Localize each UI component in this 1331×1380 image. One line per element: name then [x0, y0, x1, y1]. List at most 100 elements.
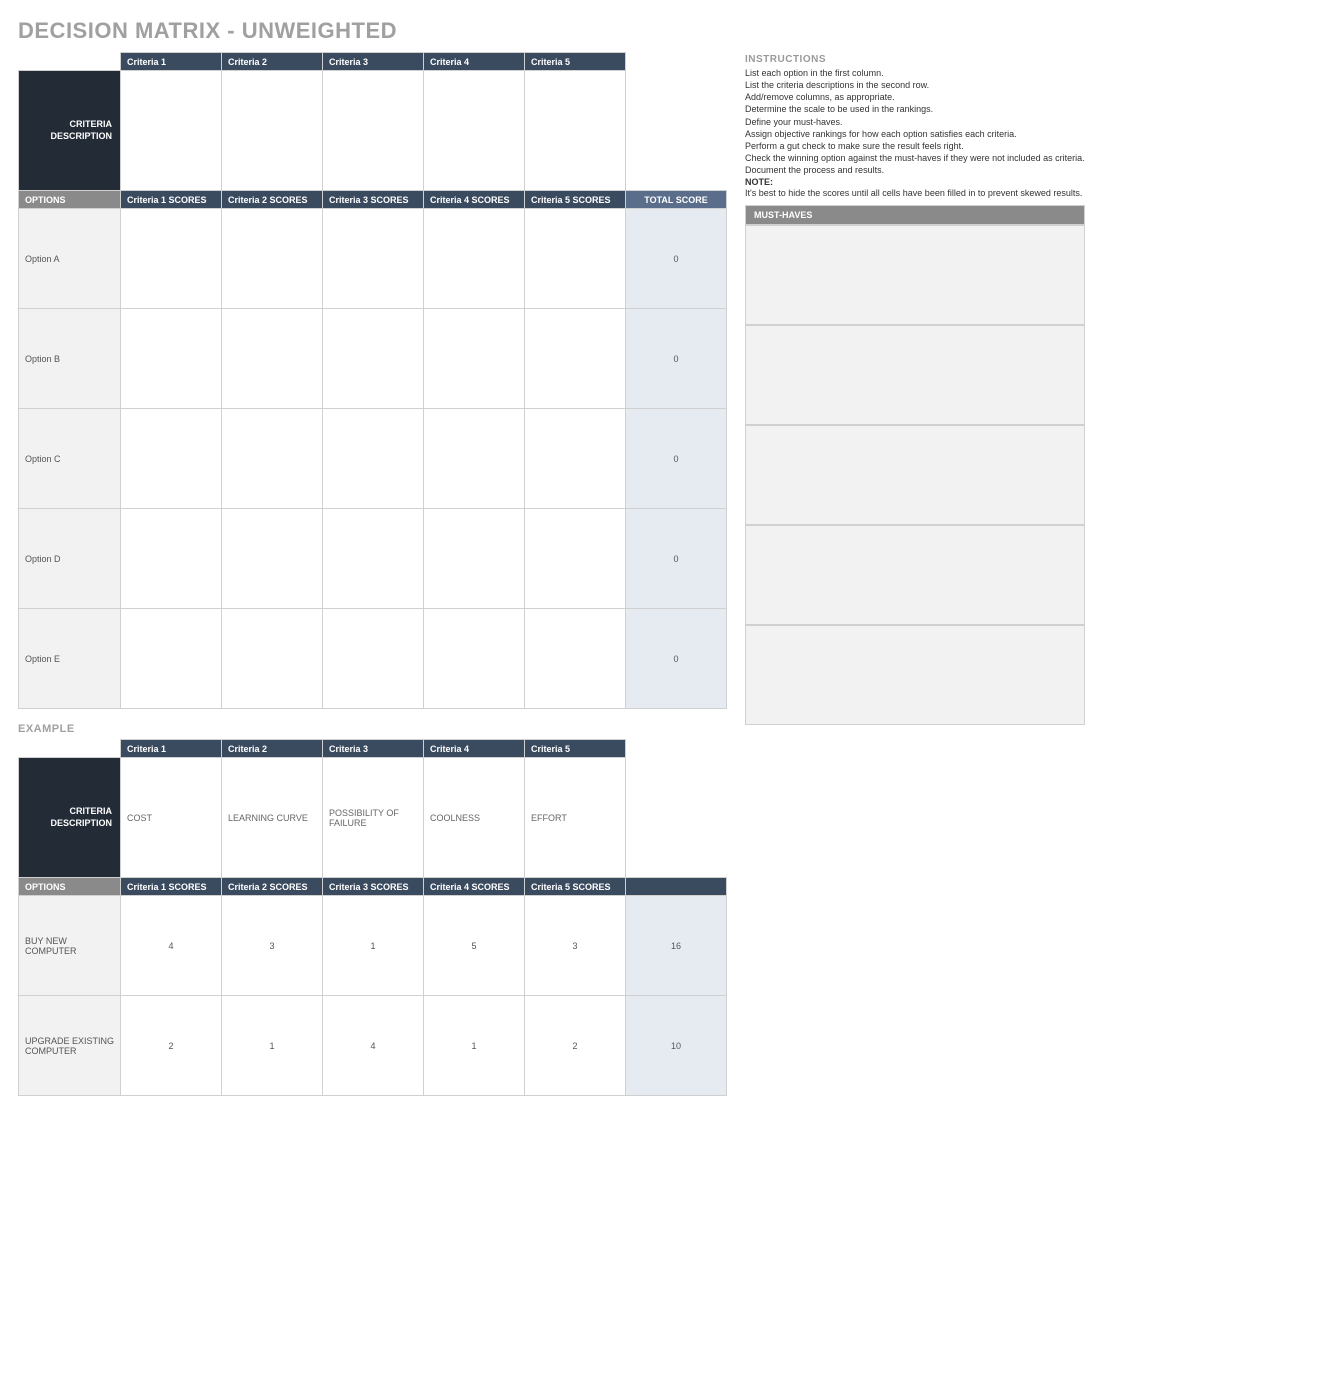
scores-header: Criteria 3 SCORES	[323, 191, 424, 209]
score-input[interactable]	[222, 409, 323, 509]
total-score-cell: 0	[626, 309, 727, 409]
score-input[interactable]	[222, 309, 323, 409]
score-input[interactable]	[121, 509, 222, 609]
score-value: 2	[121, 996, 222, 1096]
criteria-description-input[interactable]	[323, 71, 424, 191]
score-input[interactable]	[525, 209, 626, 309]
option-name-value: BUY NEW COMPUTER	[19, 896, 121, 996]
score-input[interactable]	[424, 209, 525, 309]
scores-header: Criteria 3 SCORES	[323, 878, 424, 896]
score-input[interactable]	[424, 309, 525, 409]
criteria-description-input[interactable]	[121, 71, 222, 191]
score-input[interactable]	[424, 609, 525, 709]
score-value: 4	[121, 896, 222, 996]
instruction-line: Determine the scale to be used in the ra…	[745, 103, 1085, 115]
criteria-header: Criteria 1	[121, 53, 222, 71]
score-input[interactable]	[525, 509, 626, 609]
criteria-description-value: EFFORT	[525, 758, 626, 878]
criteria-description-label: CRITERIA DESCRIPTION	[19, 71, 121, 191]
corner-blank	[626, 53, 727, 71]
corner-blank	[626, 71, 727, 191]
criteria-header: Criteria 5	[525, 740, 626, 758]
score-value: 1	[424, 996, 525, 1096]
score-input[interactable]	[323, 209, 424, 309]
criteria-description-label: CRITERIA DESCRIPTION	[19, 758, 121, 878]
must-have-input[interactable]	[745, 225, 1085, 325]
score-input[interactable]	[323, 609, 424, 709]
corner-blank	[19, 740, 121, 758]
scores-header: Criteria 1 SCORES	[121, 191, 222, 209]
score-input[interactable]	[525, 309, 626, 409]
instructions-title: INSTRUCTIONS	[745, 54, 1085, 65]
score-input[interactable]	[121, 209, 222, 309]
corner-blank	[626, 758, 727, 878]
score-value: 1	[222, 996, 323, 1096]
criteria-header: Criteria 4	[424, 740, 525, 758]
score-input[interactable]	[424, 509, 525, 609]
score-input[interactable]	[222, 609, 323, 709]
criteria-description-value: POSSIBILITY OF FAILURE	[323, 758, 424, 878]
option-name-input[interactable]: Option B	[19, 309, 121, 409]
option-row: Option D 0	[19, 509, 727, 609]
scores-header: Criteria 4 SCORES	[424, 191, 525, 209]
options-header: OPTIONS	[19, 191, 121, 209]
criteria-header: Criteria 3	[323, 740, 424, 758]
options-header: OPTIONS	[19, 878, 121, 896]
option-name-input[interactable]: Option D	[19, 509, 121, 609]
total-score-cell: 0	[626, 509, 727, 609]
score-value: 5	[424, 896, 525, 996]
must-have-input[interactable]	[745, 525, 1085, 625]
must-have-input[interactable]	[745, 425, 1085, 525]
scores-header: Criteria 5 SCORES	[525, 191, 626, 209]
criteria-description-input[interactable]	[222, 71, 323, 191]
example-label: EXAMPLE	[18, 723, 727, 735]
total-score-cell: 0	[626, 209, 727, 309]
instruction-note-label: NOTE:	[745, 177, 1085, 187]
option-name-value: UPGRADE EXISTING COMPUTER	[19, 996, 121, 1096]
instruction-line: Add/remove columns, as appropriate.	[745, 91, 1085, 103]
score-input[interactable]	[525, 409, 626, 509]
criteria-header: Criteria 1	[121, 740, 222, 758]
score-input[interactable]	[424, 409, 525, 509]
score-input[interactable]	[323, 309, 424, 409]
score-input[interactable]	[323, 409, 424, 509]
option-row: UPGRADE EXISTING COMPUTER 2 1 4 1 2 10	[19, 996, 727, 1096]
criteria-header: Criteria 5	[525, 53, 626, 71]
option-row: BUY NEW COMPUTER 4 3 1 5 3 16	[19, 896, 727, 996]
criteria-description-value: COST	[121, 758, 222, 878]
corner-blank	[19, 53, 121, 71]
total-score-cell: 0	[626, 609, 727, 709]
score-input[interactable]	[323, 509, 424, 609]
instruction-line: Perform a gut check to make sure the res…	[745, 140, 1085, 152]
instruction-note-text: It's best to hide the scores until all c…	[745, 187, 1085, 199]
page-title: DECISION MATRIX - UNWEIGHTED	[18, 18, 1313, 44]
score-input[interactable]	[121, 409, 222, 509]
option-name-input[interactable]: Option A	[19, 209, 121, 309]
score-value: 3	[525, 896, 626, 996]
corner-blank	[626, 740, 727, 758]
score-input[interactable]	[222, 209, 323, 309]
criteria-header: Criteria 2	[222, 53, 323, 71]
score-value: 3	[222, 896, 323, 996]
criteria-header: Criteria 3	[323, 53, 424, 71]
score-input[interactable]	[121, 309, 222, 409]
criteria-header: Criteria 4	[424, 53, 525, 71]
must-have-input[interactable]	[745, 625, 1085, 725]
must-have-input[interactable]	[745, 325, 1085, 425]
score-input[interactable]	[525, 609, 626, 709]
option-name-input[interactable]: Option E	[19, 609, 121, 709]
score-input[interactable]	[121, 609, 222, 709]
total-score-cell: 16	[626, 896, 727, 996]
scores-header: Criteria 1 SCORES	[121, 878, 222, 896]
option-row: Option B 0	[19, 309, 727, 409]
instruction-line: Define your must-haves.	[745, 116, 1085, 128]
total-score-cell: 10	[626, 996, 727, 1096]
score-input[interactable]	[222, 509, 323, 609]
option-name-input[interactable]: Option C	[19, 409, 121, 509]
criteria-description-value: COOLNESS	[424, 758, 525, 878]
score-value: 2	[525, 996, 626, 1096]
criteria-description-input[interactable]	[424, 71, 525, 191]
criteria-description-input[interactable]	[525, 71, 626, 191]
scores-header: Criteria 5 SCORES	[525, 878, 626, 896]
option-row: Option C 0	[19, 409, 727, 509]
